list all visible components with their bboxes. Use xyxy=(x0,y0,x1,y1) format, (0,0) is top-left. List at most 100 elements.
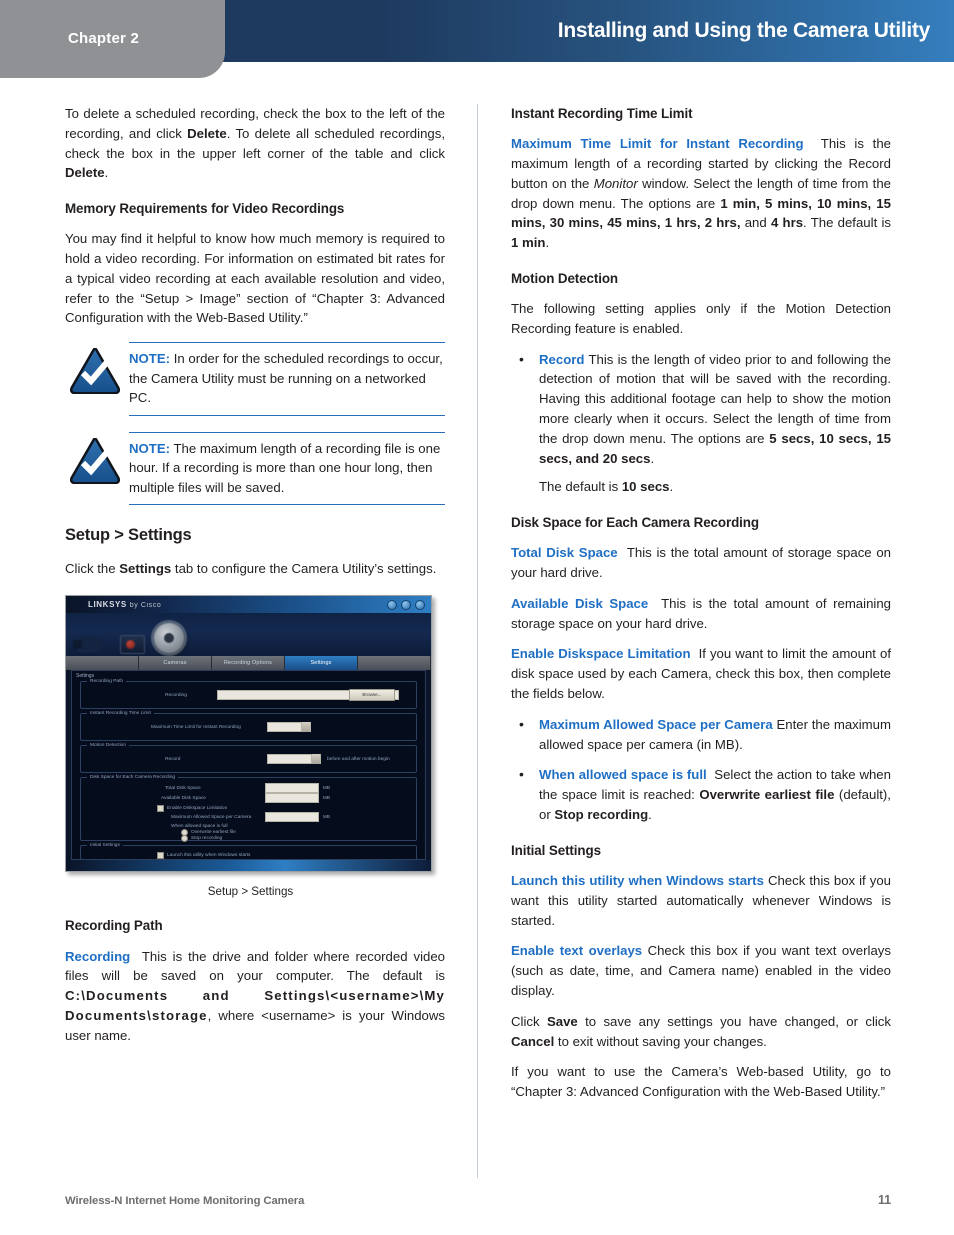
utility-tab-spacer xyxy=(66,656,139,671)
camera-icon xyxy=(73,637,102,652)
column-divider xyxy=(477,104,478,1178)
utility-tab-settings[interactable]: Settings xyxy=(285,656,358,671)
launch-on-start-checkbox[interactable] xyxy=(157,852,164,860)
footer-product-name: Wireless-N Internet Home Monitoring Came… xyxy=(65,1195,305,1207)
field-label-max-time: Maximum Time Limit for Instant Recording xyxy=(151,725,241,731)
field-label-max-allowed: Maximum Allowed Space per Camera xyxy=(171,815,252,821)
minimize-icon[interactable] xyxy=(387,600,397,611)
group-label-initial: Initial Settings xyxy=(87,842,123,850)
field-label-launch: Launch this utility when Windows starts xyxy=(167,853,251,859)
overwrite-earliest-bold: Overwrite earliest file xyxy=(699,787,835,803)
setup-settings-heading: Setup > Settings xyxy=(65,526,192,545)
enable-diskspace-limitation-checkbox[interactable] xyxy=(157,805,164,813)
group-label-motion: Motion Detection xyxy=(87,742,129,750)
instant-term: Maximum Time Limit for Instant Recording xyxy=(511,136,804,152)
utility-tab-recording-options[interactable]: Recording Options xyxy=(212,656,285,671)
utility-footer-bar xyxy=(66,860,431,872)
page-title: Installing and Using the Camera Utility xyxy=(557,19,931,42)
list-item: When allowed space is full Select the ac… xyxy=(511,764,891,824)
field-label-recording: Recording xyxy=(165,693,187,699)
available-disk-space-input xyxy=(265,793,319,804)
note-label-1: NOTE: xyxy=(129,351,171,367)
right-column: Instant Recording Time Limit Maximum Tim… xyxy=(511,104,891,1113)
instant-text-4: . The default is xyxy=(803,215,891,231)
window-controls[interactable] xyxy=(387,600,425,611)
cancel-bold: Cancel xyxy=(511,1033,555,1049)
overlays-paragraph: Enable text overlays Check this box if y… xyxy=(511,941,891,1000)
note-body-2: NOTE: The maximum length of a recording … xyxy=(129,431,445,506)
note-box-2: NOTE: The maximum length of a recording … xyxy=(65,431,445,506)
note-checkmark-icon xyxy=(69,347,121,395)
save-bold: Save xyxy=(546,1013,578,1029)
note-text-1: In order for the scheduled recordings to… xyxy=(129,351,443,406)
delete-bold-1: Delete xyxy=(187,125,227,141)
instant-recording-paragraph: Maximum Time Limit for Instant Recording… xyxy=(511,136,891,251)
motion-detection-heading: Motion Detection xyxy=(511,270,619,286)
launch-paragraph: Launch this utility when Windows starts … xyxy=(511,871,891,930)
group-instant-recording: Instant Recording Time Limit Maximum Tim… xyxy=(80,710,417,742)
logo-subtext: by Cisco xyxy=(129,602,162,610)
group-label-recording-path: Recording Path xyxy=(87,678,127,686)
group-disk-space: Disk Space for Each Camera Recording Tot… xyxy=(80,774,417,843)
stop-recording-radio[interactable] xyxy=(181,835,188,843)
initial-settings-heading: Initial Settings xyxy=(511,842,601,858)
enable-disk-paragraph: Enable Diskspace Limitation If you want … xyxy=(511,644,891,703)
browse-button[interactable]: Browse... xyxy=(349,689,395,702)
group-label-disk: Disk Space for Each Camera Recording xyxy=(87,774,179,782)
save-cancel-paragraph: Click Save to save any settings you have… xyxy=(511,1012,891,1052)
page-number: 11 xyxy=(877,1193,891,1207)
utility-tab-cameras[interactable]: Cameras xyxy=(139,656,212,671)
left-column: To delete a scheduled recording, check t… xyxy=(65,104,445,1057)
memory-requirements-heading: Memory Requirements for Video Recordings xyxy=(65,201,345,217)
group-label-instant: Instant Recording Time Limit xyxy=(87,710,154,718)
group-recording-path: Recording Path Recording Browse... xyxy=(80,678,417,710)
note-checkmark-icon xyxy=(69,437,121,485)
monitor-icon xyxy=(120,635,145,655)
disk-space-bullet-list: Maximum Allowed Space per Camera Enter t… xyxy=(511,714,891,825)
note-text-2: The maximum length of a recording file i… xyxy=(129,440,441,495)
chapter-label: Chapter 2 xyxy=(68,30,139,47)
recording-paragraph: Recording This is the drive and folder w… xyxy=(65,947,445,1046)
when-full-term: When allowed space is full xyxy=(539,767,707,783)
utility-settings-panel: Settings Recording Path Recording Browse… xyxy=(71,670,426,872)
note-label-2: NOTE: xyxy=(129,440,171,456)
camera-utility-screenshot: LINKSYS by Cisco Cameras Recording Optio… xyxy=(65,595,432,873)
overlays-term: Enable text overlays xyxy=(511,943,643,959)
field-label-total-disk: Total Disk Space xyxy=(165,786,201,792)
total-disk-paragraph: Total Disk Space This is the total amoun… xyxy=(511,543,891,583)
record-duration-select[interactable] xyxy=(267,754,321,765)
launch-term: Launch this utility when Windows starts xyxy=(511,872,764,888)
field-label-available-disk: Available Disk Space xyxy=(161,796,206,802)
motion-hint-label: before and after motion begin xyxy=(327,757,390,763)
monitor-italic: Monitor xyxy=(593,175,638,191)
recording-term: Recording xyxy=(65,948,131,964)
disk-space-heading: Disk Space for Each Camera Recording xyxy=(511,515,759,531)
total-disk-term: Total Disk Space xyxy=(511,545,618,561)
maximize-icon[interactable] xyxy=(401,600,411,611)
instant-last-option-bold: 4 hrs xyxy=(770,215,804,231)
group-motion-detection: Motion Detection Record before and after… xyxy=(80,742,417,774)
max-time-limit-select[interactable] xyxy=(267,722,311,733)
chapter-tab: Chapter 2 xyxy=(0,0,225,78)
page-footer: Wireless-N Internet Home Monitoring Came… xyxy=(65,1193,891,1207)
instant-text-3: and xyxy=(740,215,771,231)
utility-tab-spacer-end xyxy=(358,656,431,671)
field-label-enable-diskspace: Enable Diskspace Limitation xyxy=(167,806,228,812)
max-allowed-space-input[interactable] xyxy=(265,812,319,823)
save-text-2: to save any settings you have changed, o… xyxy=(577,1013,891,1029)
delete-bold-2: Delete xyxy=(65,165,105,181)
instant-recording-heading: Instant Recording Time Limit xyxy=(511,106,693,121)
setup-text-pre: Click the xyxy=(65,561,120,577)
memory-paragraph: You may find it helpful to know how much… xyxy=(65,231,445,326)
recording-path-heading: Recording Path xyxy=(65,918,163,934)
close-icon[interactable] xyxy=(415,600,425,611)
enable-disk-term: Enable Diskspace Limitation xyxy=(511,646,691,662)
setup-text-post: tab to configure the Camera Utility’s se… xyxy=(171,561,437,577)
figure-setup-settings: LINKSYS by Cisco Cameras Recording Optio… xyxy=(65,595,436,900)
available-disk-term: Available Disk Space xyxy=(511,595,649,611)
gear-icon xyxy=(154,623,184,654)
total-disk-space-input xyxy=(265,783,319,794)
list-item: Record This is the length of video prior… xyxy=(511,349,891,498)
page-header: Installing and Using the Camera Utility … xyxy=(0,0,954,78)
utility-tab-bar: Cameras Recording Options Settings xyxy=(66,656,431,671)
